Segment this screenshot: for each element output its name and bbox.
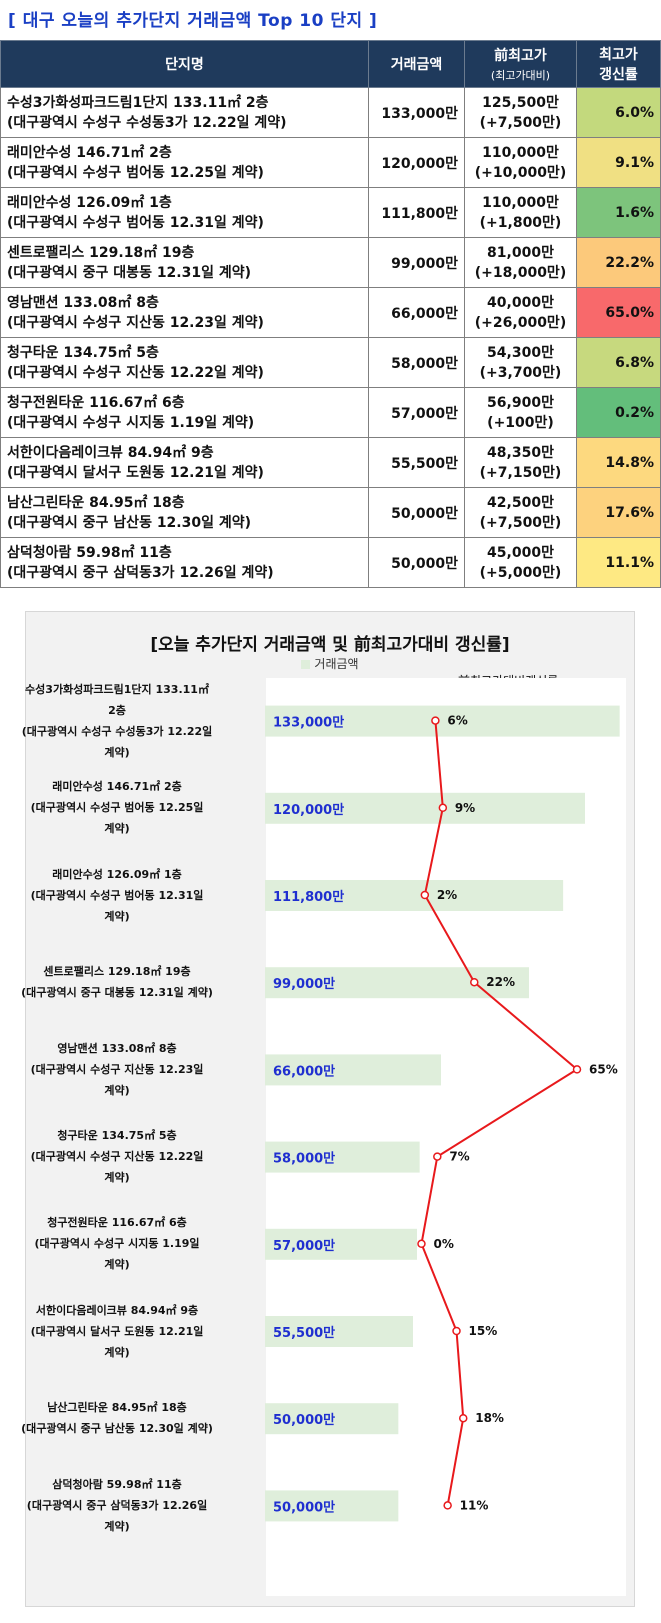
bar-value-label: 58,000만 xyxy=(273,1151,335,1167)
rate-point xyxy=(443,1501,452,1510)
rate-value-label: 22% xyxy=(486,975,515,989)
bar-value-label: 120,000만 xyxy=(273,802,344,818)
rate-point xyxy=(433,1152,442,1161)
bar-value-label: 99,000만 xyxy=(273,976,335,992)
rate-point xyxy=(572,1065,582,1074)
bar-value-label: 57,000만 xyxy=(273,1238,335,1254)
bar-value-label: 133,000만 xyxy=(273,715,344,731)
rate-value-label: 9% xyxy=(455,801,475,815)
rate-value-label: 15% xyxy=(469,1324,498,1338)
rate-point xyxy=(452,1326,461,1336)
rate-value-label: 6% xyxy=(447,714,467,728)
rate-value-label: 18% xyxy=(475,1411,504,1425)
rate-value-label: 2% xyxy=(437,888,457,902)
rate-point xyxy=(458,1413,468,1423)
rate-value-label: 11% xyxy=(460,1498,489,1512)
rate-point xyxy=(438,803,448,813)
rate-value-label: 65% xyxy=(589,1062,618,1076)
rate-point xyxy=(470,977,479,987)
bar-value-label: 111,800만 xyxy=(273,889,344,905)
bar-value-label: 66,000만 xyxy=(273,1063,335,1079)
chart-svg: 133,000만 120,000만 111,800만 99,000만 66,000만 58… xyxy=(265,705,620,1522)
rate-value-label: 0% xyxy=(433,1237,453,1251)
rate-point xyxy=(431,716,440,725)
bar-value-label: 50,000만 xyxy=(273,1412,335,1428)
rate-point xyxy=(420,890,430,900)
bar-value-label: 55,500만 xyxy=(273,1325,335,1341)
rate-value-label: 7% xyxy=(449,1150,469,1164)
rate-line xyxy=(420,720,579,1506)
bar-value-label: 50,000만 xyxy=(273,1499,335,1515)
rate-point xyxy=(417,1239,426,1249)
